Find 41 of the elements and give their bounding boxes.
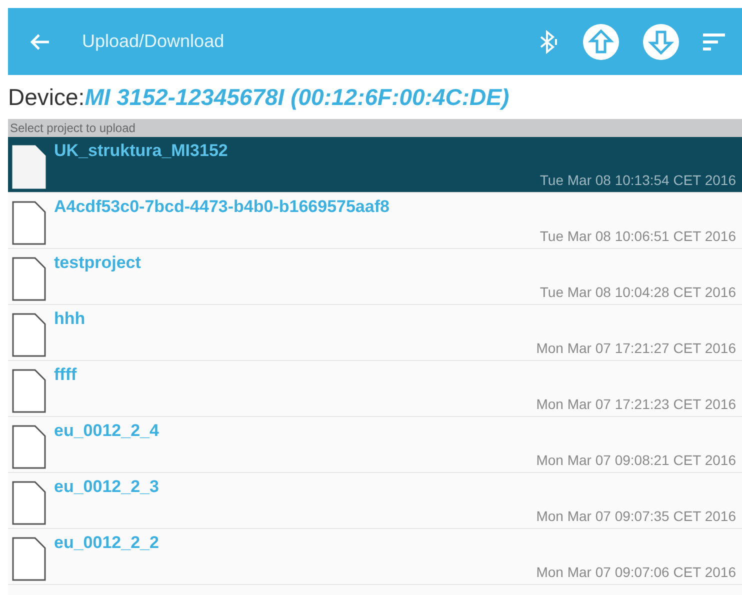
- project-name: A4cdf53c0-7bcd-4473-b4b0-b1669575aaf8: [54, 197, 390, 218]
- project-date: Tue Mar 08 10:13:54 CET 2016: [540, 172, 736, 188]
- project-name: eu_0012_2_3: [54, 477, 159, 498]
- project-row[interactable]: ffff Mon Mar 07 17:21:23 CET 2016: [8, 361, 742, 417]
- project-row[interactable]: UK_struktura_MI3152 Tue Mar 08 10:13:54 CET 2016: [8, 137, 742, 193]
- project-date: Mon Mar 07 09:07:35 CET 2016: [536, 508, 736, 524]
- file-icon: [12, 537, 46, 581]
- sort-icon[interactable]: [702, 32, 726, 52]
- project-date: Tue Mar 08 10:04:28 CET 2016: [540, 284, 736, 300]
- file-icon: [12, 481, 46, 525]
- project-date: Mon Mar 07 09:08:21 CET 2016: [536, 452, 736, 468]
- device-name: MI 3152-12345678I (00:12:6F:00:4C:DE): [84, 84, 510, 110]
- download-icon[interactable]: [642, 22, 680, 60]
- device-label: Device:: [8, 84, 85, 110]
- section-header: Select project to upload: [8, 119, 742, 137]
- project-row[interactable]: testproject Tue Mar 08 10:04:28 CET 2016: [8, 249, 742, 305]
- project-row[interactable]: A4cdf53c0-7bcd-4473-b4b0-b1669575aaf8 Tue Mar 08 10:06:51 CET 2016: [8, 193, 742, 249]
- file-icon: [12, 425, 46, 469]
- file-icon: [12, 201, 46, 245]
- project-row[interactable]: eu_0012_2_2 Mon Mar 07 09:07:06 CET 2016: [8, 529, 742, 585]
- file-icon: [12, 313, 46, 357]
- app-bar-title: Upload/Download: [82, 31, 226, 52]
- file-icon: [12, 369, 46, 413]
- project-name: testproject: [54, 253, 141, 274]
- project-date: Mon Mar 07 17:21:27 CET 2016: [536, 340, 736, 356]
- project-row[interactable]: eu_0012_2_4 Mon Mar 07 09:08:21 CET 2016: [8, 417, 742, 473]
- file-icon: [12, 145, 46, 189]
- project-row[interactable]: hhh Mon Mar 07 17:21:27 CET 2016: [8, 305, 742, 361]
- project-date: Mon Mar 07 17:21:23 CET 2016: [536, 396, 736, 412]
- project-date: Tue Mar 08 10:06:51 CET 2016: [540, 228, 736, 244]
- project-name: UK_struktura_MI3152: [54, 141, 228, 162]
- project-name: ffff: [54, 365, 77, 386]
- project-date: Mon Mar 07 09:07:06 CET 2016: [536, 564, 736, 580]
- file-icon: [12, 257, 46, 301]
- back-icon[interactable]: [30, 32, 50, 50]
- project-name: eu_0012_2_2: [54, 533, 159, 554]
- project-row[interactable]: eu_0012_2_3 Mon Mar 07 09:07:35 CET 2016: [8, 473, 742, 529]
- bluetooth-icon[interactable]: [538, 30, 560, 54]
- upload-icon[interactable]: [582, 22, 620, 60]
- project-name: eu_0012_2_4: [54, 421, 159, 442]
- project-name: hhh: [54, 309, 86, 330]
